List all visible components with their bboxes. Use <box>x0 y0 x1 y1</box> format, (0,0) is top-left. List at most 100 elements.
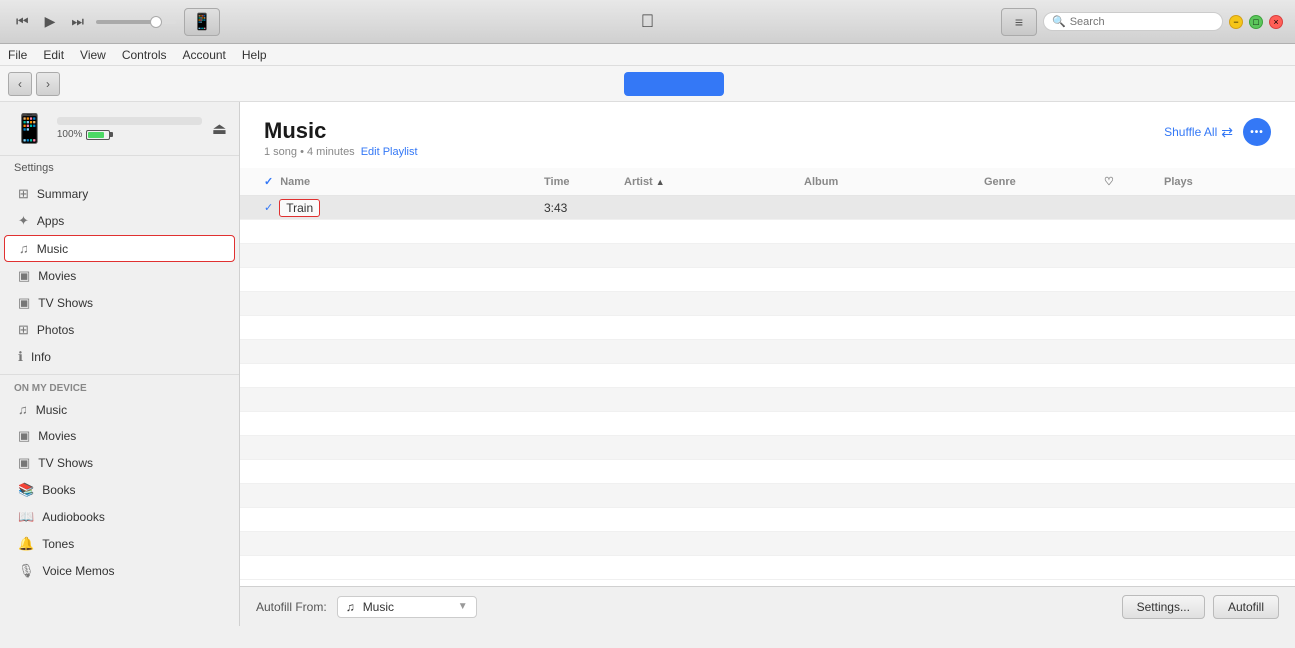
sidebar-item-books-device[interactable]: 📚 Books <box>4 477 235 503</box>
menu-file[interactable]: File <box>8 48 27 62</box>
list-icon: ≡ <box>1015 14 1023 30</box>
table-row[interactable]: ✓ Train 3:43 <box>240 196 1295 220</box>
summary-icon: ⊞ <box>18 186 29 202</box>
sidebar-item-label: Summary <box>37 187 88 201</box>
battery-bar <box>86 130 110 140</box>
table-row <box>240 220 1295 244</box>
maximize-button[interactable]: □ <box>1249 15 1263 29</box>
sort-arrow-icon: ▲ <box>656 177 665 187</box>
close-button[interactable]: × <box>1269 15 1283 29</box>
play-button[interactable]: ▶ <box>41 11 60 32</box>
shuffle-all-button[interactable]: Shuffle All ⇄ <box>1164 124 1233 141</box>
tones-device-icon: 🔔 <box>18 536 34 552</box>
sidebar-item-photos[interactable]: ⊞ Photos <box>4 317 235 343</box>
settings-button[interactable]: Settings... <box>1122 595 1205 619</box>
audiobooks-device-icon: 📖 <box>18 509 34 525</box>
header-right: Shuffle All ⇄ ••• <box>1164 118 1271 146</box>
sidebar-item-label: Movies <box>38 429 76 443</box>
eject-icon[interactable]: ⏏ <box>212 119 227 139</box>
table-row <box>240 484 1295 508</box>
menu-help[interactable]: Help <box>242 48 267 62</box>
list-view-button[interactable]: ≡ <box>1001 8 1037 36</box>
minimize-button[interactable]: − <box>1229 15 1243 29</box>
tv-shows-icon: ▣ <box>18 295 30 311</box>
sidebar-item-info[interactable]: ℹ Info <box>4 344 235 370</box>
volume-thumb <box>150 16 162 28</box>
content-title: Music <box>264 118 418 144</box>
nav-buttons: ‹ › <box>8 72 60 96</box>
titlebar-right: ≡ 🔍 − □ × <box>1001 8 1283 36</box>
sidebar-item-label: Photos <box>37 323 74 337</box>
autofill-button[interactable]: Autofill <box>1213 595 1279 619</box>
sidebar-item-tones-device[interactable]: 🔔 Tones <box>4 531 235 557</box>
sidebar-item-apps[interactable]: ✦ Apps <box>4 208 235 234</box>
sidebar-item-music[interactable]: ♫ Music <box>4 235 235 262</box>
autofill-select-arrow-icon: ▼ <box>458 601 468 612</box>
music-icon: ♫ <box>19 241 29 256</box>
table-row <box>240 316 1295 340</box>
nav-forward-button[interactable]: › <box>36 72 60 96</box>
battery-indicator <box>86 130 113 140</box>
nav-back-button[interactable]: ‹ <box>8 72 32 96</box>
th-name[interactable]: ✓ Name <box>264 172 544 191</box>
device-info: 100% <box>57 117 202 140</box>
sidebar-item-label: Movies <box>38 269 76 283</box>
subtitle-text: 1 song • 4 minutes <box>264 146 355 158</box>
th-plays: Plays <box>1164 172 1264 191</box>
sidebar-item-label: TV Shows <box>38 296 93 310</box>
music-table: ✓ Name Time Artist ▲ Album Genre <box>240 168 1295 586</box>
sidebar-item-tv-shows[interactable]: ▣ TV Shows <box>4 290 235 316</box>
menu-account[interactable]: Account <box>183 48 226 62</box>
content-subtitle: 1 song • 4 minutes Edit Playlist <box>264 146 418 158</box>
titlebar-center:  <box>641 11 655 32</box>
movies-device-icon: ▣ <box>18 428 30 444</box>
main-layout: 📱 100% ⏏ Settings ⊞ Summary <box>0 102 1295 626</box>
sidebar-item-tv-shows-device[interactable]: ▣ TV Shows <box>4 450 235 476</box>
sidebar-item-label: Tones <box>42 537 74 551</box>
table-row <box>240 292 1295 316</box>
forward-button[interactable]: ⏭ <box>67 11 88 32</box>
on-my-device-header: On My Device <box>0 374 239 396</box>
th-time: Time <box>544 172 624 191</box>
sync-button-container <box>624 72 724 96</box>
volume-slider[interactable] <box>96 20 176 24</box>
th-album: Album <box>804 172 984 191</box>
info-icon: ℹ <box>18 349 23 365</box>
sidebar-item-settings[interactable]: Settings <box>0 156 239 180</box>
sync-button[interactable] <box>624 72 724 96</box>
menu-controls[interactable]: Controls <box>122 48 167 62</box>
autofill-source-select[interactable]: ♫ Music ▼ <box>337 596 477 618</box>
search-input[interactable] <box>1070 16 1214 28</box>
device-button[interactable]: 📱 <box>184 8 220 36</box>
th-heart: ♡ <box>1104 172 1164 191</box>
search-box[interactable]: 🔍 <box>1043 12 1223 31</box>
shuffle-icon: ⇄ <box>1221 124 1233 141</box>
th-artist[interactable]: Artist ▲ <box>624 172 804 191</box>
sidebar-item-movies[interactable]: ▣ Movies <box>4 263 235 289</box>
movies-icon: ▣ <box>18 268 30 284</box>
edit-playlist-button[interactable]: Edit Playlist <box>361 146 418 158</box>
sidebar-item-audiobooks-device[interactable]: 📖 Audiobooks <box>4 504 235 530</box>
sidebar-item-label: Audiobooks <box>42 510 105 524</box>
more-options-button[interactable]: ••• <box>1243 118 1271 146</box>
apple-logo:  <box>641 11 655 32</box>
device-name-bar <box>57 117 202 125</box>
table-row <box>240 364 1295 388</box>
sidebar-item-music-device[interactable]: ♫ Music <box>4 397 235 422</box>
table-row <box>240 556 1295 580</box>
sidebar-item-label: Apps <box>37 214 64 228</box>
sidebar-item-summary[interactable]: ⊞ Summary <box>4 181 235 207</box>
menu-view[interactable]: View <box>80 48 106 62</box>
sidebar-item-movies-device[interactable]: ▣ Movies <box>4 423 235 449</box>
content-title-area: Music 1 song • 4 minutes Edit Playlist <box>264 118 418 158</box>
autofill-bar: Autofill From: ♫ Music ▼ Settings... Aut… <box>240 586 1295 626</box>
music-device-icon: ♫ <box>18 402 28 417</box>
sidebar-item-voice-memos-device[interactable]: 🎙 Voice Memos <box>4 558 235 584</box>
menubar: File Edit View Controls Account Help <box>0 44 1295 66</box>
menu-edit[interactable]: Edit <box>43 48 64 62</box>
table-row <box>240 340 1295 364</box>
search-icon: 🔍 <box>1052 15 1066 28</box>
rewind-button[interactable]: ⏮ <box>12 11 33 32</box>
sidebar-item-label: Music <box>36 403 67 417</box>
th-check-icon: ✓ <box>264 175 273 188</box>
